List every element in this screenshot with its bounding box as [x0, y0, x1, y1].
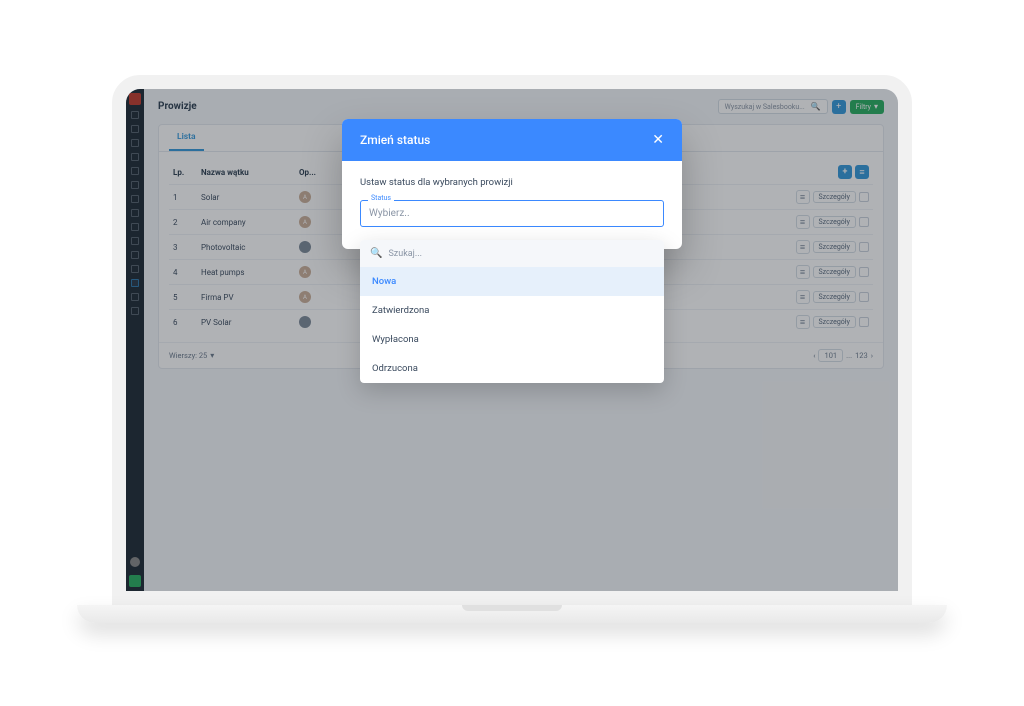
dropdown-option[interactable]: Wypłacona — [360, 325, 664, 354]
dropdown-option[interactable]: Zatwierdzona — [360, 296, 664, 325]
close-icon[interactable]: ✕ — [652, 133, 664, 147]
search-icon: 🔍 — [370, 248, 382, 259]
dropdown-option[interactable]: Nowa — [360, 267, 664, 296]
change-status-modal: Zmień status ✕ Ustaw status dla wybranyc… — [342, 119, 682, 249]
modal-title: Zmień status — [360, 133, 430, 147]
modal-subtitle: Ustaw status dla wybranych prowizji — [360, 177, 664, 188]
dropdown-search-input[interactable]: 🔍 Szukaj... — [360, 240, 664, 267]
status-dropdown: 🔍 Szukaj... Nowa Zatwierdzona Wypłacona … — [360, 240, 664, 383]
modal-overlay: Zmień status ✕ Ustaw status dla wybranyc… — [126, 89, 898, 591]
select-label: Status — [368, 194, 394, 202]
status-select-input[interactable]: Wybierz.. — [360, 200, 664, 227]
dropdown-option[interactable]: Odrzucona — [360, 354, 664, 383]
